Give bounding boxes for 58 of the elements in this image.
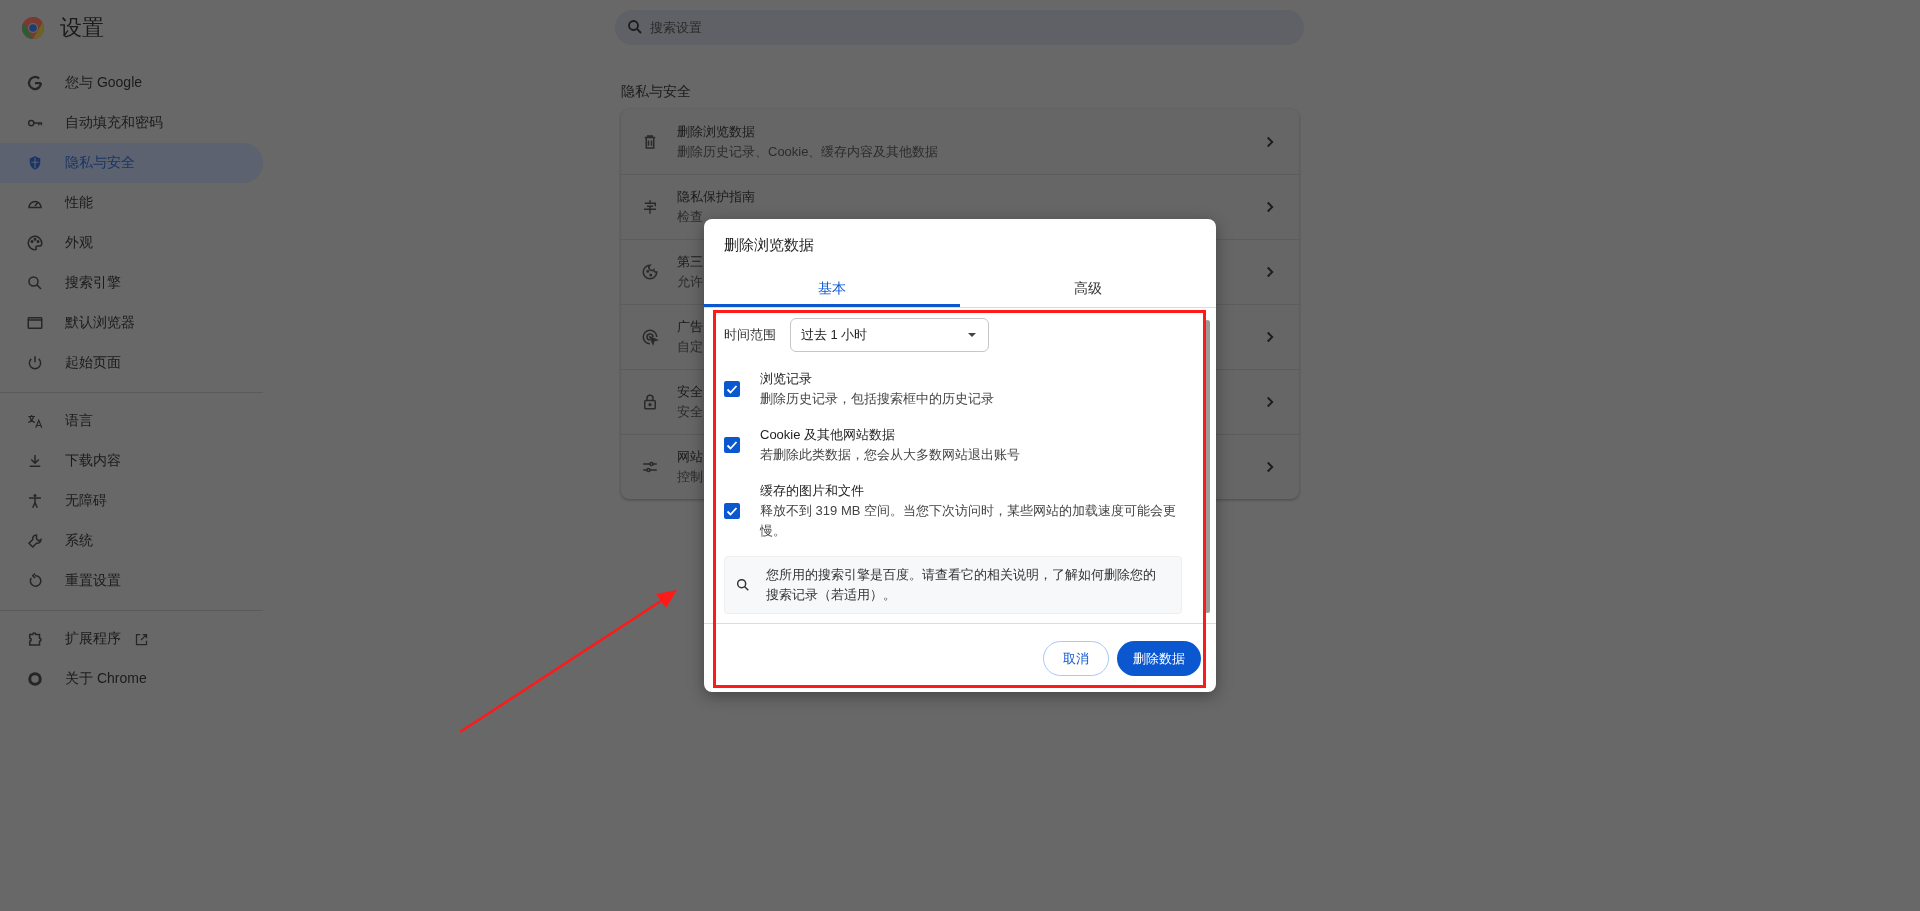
checkbox[interactable]	[724, 381, 740, 397]
google-icon	[26, 74, 44, 92]
search-icon	[626, 18, 644, 36]
row-title: 安全	[677, 383, 703, 401]
option-title: Cookie 及其他网站数据	[760, 426, 896, 444]
sidebar-item[interactable]: 自动填充和密码	[0, 103, 263, 143]
checkbox[interactable]	[724, 437, 740, 453]
option-description: 若删除此类数据，您会从大多数网站退出账号	[760, 446, 1021, 464]
power-icon	[26, 354, 44, 372]
sidebar-item[interactable]: 系统	[0, 521, 263, 561]
caret-icon	[968, 332, 976, 338]
sidebar-item[interactable]: 重置设置	[0, 561, 263, 601]
sidebar-item[interactable]: 关于 Chrome	[0, 659, 263, 699]
row-subtitle: 检查	[677, 208, 703, 226]
search-icon	[26, 274, 44, 292]
checkbox[interactable]	[724, 503, 740, 519]
option-description: 释放不到 319 MB 空间。当您下次访问时，某些网站的加载速度可能会更慢。	[760, 502, 1178, 540]
sidebar-item[interactable]: 扩展程序	[0, 619, 263, 659]
row-title: 删除浏览数据	[677, 122, 755, 141]
sidebar-item[interactable]: 外观	[0, 223, 263, 263]
sidebar-item[interactable]: 无障碍	[0, 481, 263, 521]
search-field[interactable]: 搜索设置	[615, 10, 1304, 45]
browser-logo-icon	[21, 16, 45, 40]
scrollbar[interactable]	[1205, 320, 1210, 613]
sidebar-item[interactable]: 性能	[0, 183, 263, 223]
option-title: 浏览记录	[760, 370, 812, 388]
sidebar-item[interactable]: 下载内容	[0, 441, 263, 481]
sidebar-item[interactable]: 您与 Google	[0, 63, 263, 103]
notice-text: 您所用的搜索引擎是百度。请查看它的相关说明，了解如何删除您的搜索记录（若适用）。	[766, 566, 1157, 604]
puzzle-icon	[26, 630, 44, 648]
search-icon	[735, 577, 751, 593]
sidebar-item[interactable]: 默认浏览器	[0, 303, 263, 343]
sidebar-item[interactable]: 隐私与安全	[0, 143, 263, 183]
tab[interactable]: 基本	[704, 271, 960, 307]
translate-icon	[26, 412, 44, 430]
window-icon	[26, 314, 44, 332]
delete-data-button[interactable]: 删除数据	[1117, 641, 1201, 676]
sidebar-item[interactable]: 语言	[0, 401, 263, 441]
time-range-label: 时间范围	[724, 326, 776, 344]
row-title: 广告	[677, 318, 703, 336]
sidebar-item[interactable]: 搜索引擎	[0, 263, 263, 303]
cookie-icon	[641, 263, 659, 281]
option-description: 删除历史记录，包括搜索框中的历史记录	[760, 390, 995, 408]
row-title: 网站	[677, 448, 703, 466]
time-range-dropdown[interactable]: 过去 1 小时	[790, 318, 989, 352]
sidebar-item[interactable]: 起始页面	[0, 343, 263, 383]
palette-icon	[26, 234, 44, 252]
section-title: 隐私与安全	[621, 83, 692, 101]
wrench-icon	[26, 532, 44, 550]
row-title: 隐私保护指南	[677, 188, 755, 206]
page-title: 设置	[60, 14, 104, 42]
row-subtitle: 允许	[677, 273, 703, 291]
person-icon	[26, 492, 44, 510]
lock-icon	[641, 393, 659, 411]
cancel-button[interactable]: 取消	[1043, 641, 1109, 676]
target-icon	[641, 328, 659, 346]
tab[interactable]: 高级	[960, 271, 1216, 307]
option-title: 缓存的图片和文件	[760, 482, 864, 500]
